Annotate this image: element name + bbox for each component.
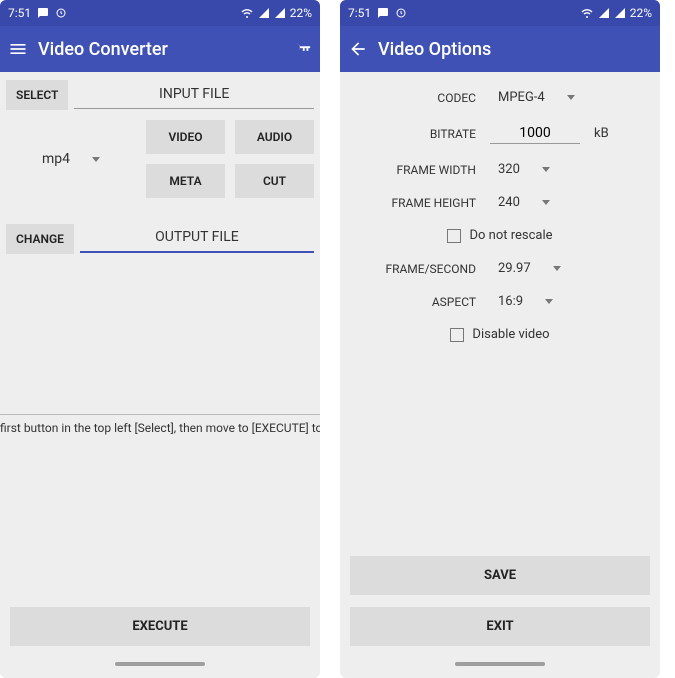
screen-video-converter: 7:51 22% Video Converter SELECT INPUT FI…	[0, 0, 320, 678]
status-battery: 22%	[290, 6, 312, 20]
app-title: Video Options	[378, 39, 491, 60]
disable-video-row[interactable]: Disable video	[360, 327, 640, 342]
screen-video-options: 7:51 22% Video Options CODEC MPEG-4 BITR…	[340, 0, 660, 678]
signal-icon	[598, 7, 610, 19]
output-file-field[interactable]: OUTPUT FILE	[80, 225, 314, 253]
notification-icon	[395, 7, 407, 19]
audio-button[interactable]: AUDIO	[235, 120, 314, 154]
fps-label: FRAME/SECOND	[360, 262, 490, 276]
video-button[interactable]: VIDEO	[146, 120, 225, 154]
signal2-icon	[614, 7, 626, 19]
exit-button[interactable]: EXIT	[350, 607, 650, 646]
frame-height-label: FRAME HEIGHT	[360, 196, 490, 210]
message-icon	[37, 7, 49, 19]
nav-indicator	[455, 662, 545, 666]
bitrate-input[interactable]	[490, 123, 580, 144]
hint-text: first button in the top left [Select], t…	[0, 415, 320, 435]
notification-icon	[55, 7, 67, 19]
no-rescale-row[interactable]: Do not rescale	[360, 228, 640, 243]
message-icon	[377, 7, 389, 19]
frame-width-select[interactable]: 320	[490, 162, 640, 177]
input-file-field[interactable]: INPUT FILE	[74, 82, 314, 109]
menu-icon[interactable]	[8, 39, 28, 59]
change-button[interactable]: CHANGE	[6, 224, 74, 254]
status-bar: 7:51 22%	[340, 0, 660, 26]
nav-indicator	[115, 662, 205, 666]
execute-button[interactable]: EXECUTE	[10, 607, 310, 646]
wifi-icon	[580, 7, 594, 19]
fps-select[interactable]: 29.97	[490, 261, 640, 276]
signal-icon	[258, 7, 270, 19]
bitrate-unit: kB	[594, 126, 624, 141]
disable-video-label: Disable video	[472, 327, 549, 342]
wifi-icon	[240, 7, 254, 19]
codec-label: CODEC	[360, 91, 490, 105]
key-icon[interactable]	[290, 38, 312, 60]
chevron-down-icon	[542, 200, 550, 205]
status-battery: 22%	[630, 6, 652, 20]
frame-height-value: 240	[490, 195, 528, 210]
save-button[interactable]: SAVE	[350, 556, 650, 595]
chevron-down-icon	[553, 266, 561, 271]
fps-value: 29.97	[490, 261, 539, 276]
chevron-down-icon	[567, 95, 575, 100]
meta-button[interactable]: META	[146, 164, 225, 198]
back-icon[interactable]	[348, 39, 368, 59]
frame-width-label: FRAME WIDTH	[360, 163, 490, 177]
frame-width-value: 320	[490, 162, 528, 177]
no-rescale-label: Do not rescale	[469, 228, 552, 243]
bitrate-label: BITRATE	[360, 127, 490, 141]
aspect-label: ASPECT	[360, 295, 490, 309]
signal2-icon	[274, 7, 286, 19]
chevron-down-icon	[542, 167, 550, 172]
cut-button[interactable]: CUT	[235, 164, 314, 198]
app-title: Video Converter	[38, 39, 168, 60]
status-time: 7:51	[8, 6, 31, 20]
format-select[interactable]: mp4	[6, 151, 136, 167]
status-time: 7:51	[348, 6, 371, 20]
status-bar: 7:51 22%	[0, 0, 320, 26]
format-value: mp4	[42, 151, 70, 167]
app-bar: Video Converter	[0, 26, 320, 72]
checkbox-icon	[450, 328, 464, 342]
chevron-down-icon	[92, 157, 100, 162]
codec-select[interactable]: MPEG-4	[490, 90, 640, 105]
chevron-down-icon	[545, 299, 553, 304]
checkbox-icon	[447, 229, 461, 243]
app-bar: Video Options	[340, 26, 660, 72]
select-button[interactable]: SELECT	[6, 80, 68, 110]
frame-height-select[interactable]: 240	[490, 195, 640, 210]
codec-value: MPEG-4	[490, 90, 553, 105]
aspect-select[interactable]: 16:9	[490, 294, 640, 309]
aspect-value: 16:9	[490, 294, 531, 309]
